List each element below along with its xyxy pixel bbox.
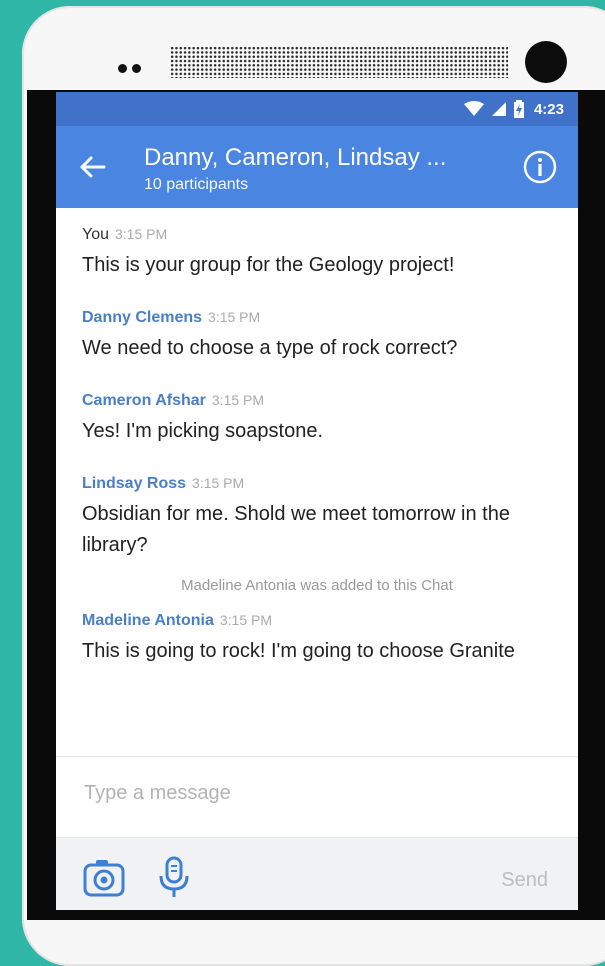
message-time: 3:15 PM [115, 226, 168, 242]
participant-count: 10 participants [144, 176, 249, 193]
message-text: Yes! I'm picking soapstone. [82, 420, 323, 442]
front-camera [525, 41, 567, 83]
signal-icon [491, 102, 506, 116]
message-item: Danny Clemens 3:15 PM We need to choose a… [82, 309, 552, 364]
message-item: Madeline Antonia 3:15 PM This is going to… [82, 612, 552, 667]
message-sender: You [82, 226, 109, 243]
camera-icon[interactable] [82, 857, 126, 899]
message-input[interactable]: Type a message [84, 782, 231, 805]
message-list: You 3:15 PM This is your group for the Ge… [56, 208, 578, 667]
message-item: Lindsay Ross 3:15 PM Obsidian for me. Sho… [82, 475, 552, 561]
sensor-dots [118, 64, 141, 73]
chat-title[interactable]: Danny, Cameron, Lindsay ... [144, 144, 446, 172]
message-sender[interactable]: Danny Clemens [82, 309, 202, 326]
message-text: This is your group for the Geology proje… [82, 254, 455, 276]
message-text: This is going to rock! I'm going to choo… [82, 640, 515, 662]
message-text: Obsidian for me. Shold we meet tomorrow … [82, 503, 510, 556]
input-toolbar: Send [56, 837, 578, 910]
system-message: Madeline Antonia was added to this Chat [181, 577, 453, 594]
message-sender[interactable]: Lindsay Ross [82, 475, 186, 492]
message-time: 3:15 PM [208, 309, 261, 325]
status-time: 4:23 [533, 100, 564, 118]
battery-icon [513, 100, 524, 118]
status-bar: 4:23 [56, 92, 578, 126]
microphone-icon[interactable] [156, 856, 192, 900]
speaker-grille [170, 46, 508, 78]
chat-header: Danny, Cameron, Lindsay ... 10 participa… [56, 126, 578, 208]
message-sender[interactable]: Cameron Afshar [82, 392, 206, 409]
send-button[interactable]: Send [501, 869, 548, 892]
message-time: 3:15 PM [211, 392, 265, 408]
composer-divider [56, 756, 578, 757]
message-time: 3:15 PM [192, 475, 245, 491]
wifi-icon [463, 101, 484, 116]
message-item: You 3:15 PM This is your group for the Ge… [82, 226, 552, 281]
chat-screen: 4:23 Danny, Cameron, Lindsay ... 10 part… [56, 92, 578, 910]
info-icon[interactable] [522, 149, 558, 185]
message-item: Cameron Afshar 3:15 PM Yes! I'm picking s… [82, 392, 552, 447]
back-arrow-icon[interactable] [78, 152, 108, 182]
message-text: We need to choose a type of rock correct… [82, 337, 458, 359]
message-sender[interactable]: Madeline Antonia [82, 612, 214, 629]
message-time: 3:15 PM [219, 612, 272, 628]
